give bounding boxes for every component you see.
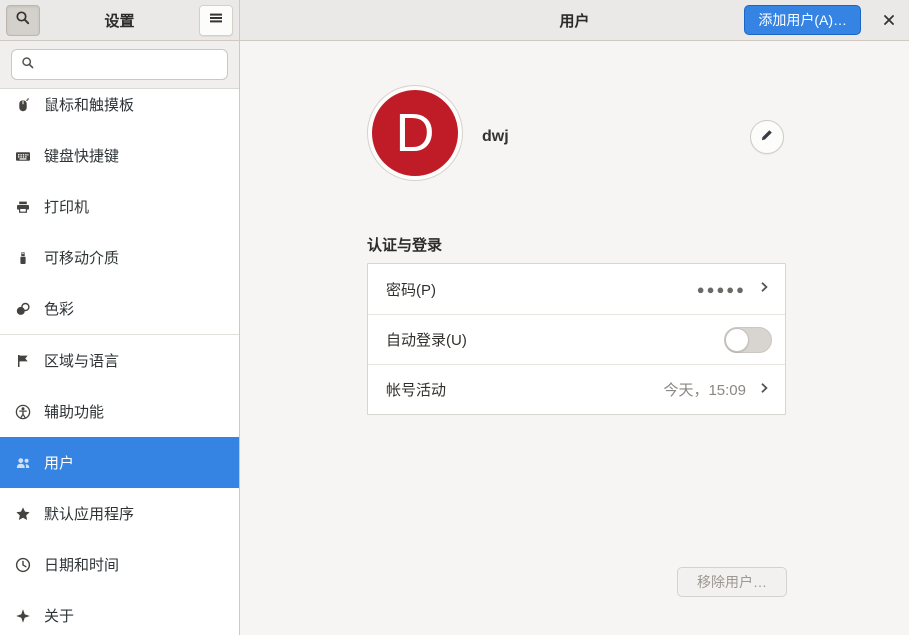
sidebar-headerbar: 设置 (0, 0, 239, 41)
sparkle-icon (15, 608, 31, 624)
password-label: 密码(P) (386, 279, 697, 300)
sidebar-item-label: 鼠标和触摸板 (44, 94, 134, 115)
sidebar-item-label: 关于 (44, 605, 74, 626)
sidebar-item-default-apps[interactable]: 默认应用程序 (0, 488, 239, 539)
main-panel: 用户 添加用户(A)… D dwj 认证与登录 密码(P) (240, 0, 909, 635)
sidebar-item-region-language[interactable]: 区域与语言 (0, 335, 239, 386)
color-icon (15, 301, 31, 317)
sidebar-item-label: 键盘快捷键 (44, 145, 119, 166)
auto-login-toggle[interactable] (724, 327, 772, 353)
users-content: D dwj 认证与登录 密码(P) ●●●●● (240, 41, 909, 635)
users-icon (15, 455, 31, 471)
printer-icon (15, 199, 31, 215)
sidebar-item-label: 日期和时间 (44, 554, 119, 575)
toggle-knob (725, 328, 749, 352)
sidebar-item-printers[interactable]: 打印机 (0, 181, 239, 232)
sidebar-item-date-time[interactable]: 日期和时间 (0, 539, 239, 590)
sidebar-item-accessibility[interactable]: 辅助功能 (0, 386, 239, 437)
sidebar-item-label: 可移动介质 (44, 247, 119, 268)
sidebar-item-removable-media[interactable]: 可移动介质 (0, 232, 239, 283)
search-input[interactable] (42, 57, 223, 73)
keyboard-icon (15, 148, 31, 164)
search-toggle-button[interactable] (6, 5, 40, 36)
password-dots: ●●●●● (697, 282, 746, 297)
sidebar-item-label: 打印机 (44, 196, 89, 217)
avatar[interactable]: D (368, 86, 462, 180)
sidebar-item-mouse[interactable]: 鼠标和触摸板 (0, 89, 239, 130)
sidebar-item-keyboard[interactable]: 键盘快捷键 (0, 130, 239, 181)
close-icon (883, 13, 895, 30)
clock-icon (15, 557, 31, 573)
account-activity-row[interactable]: 帐号活动 今天，15:09 (368, 364, 785, 414)
window-close-button[interactable] (880, 12, 898, 30)
edit-user-button[interactable] (750, 120, 784, 154)
auto-login-row: 自动登录(U) (368, 314, 785, 364)
search-icon (15, 10, 31, 30)
chevron-right-icon (756, 279, 772, 299)
sidebar-item-label: 用户 (44, 452, 74, 473)
account-activity-value: 今天，15:09 (663, 379, 746, 400)
settings-window: 设置 鼠标和触摸板 (0, 0, 909, 635)
mouse-icon (15, 97, 31, 113)
sidebar-item-label: 辅助功能 (44, 401, 104, 422)
auth-list: 密码(P) ●●●●● 自动登录(U) 帐号活动 (367, 263, 786, 415)
sidebar-list: 鼠标和触摸板 键盘快捷键 打印机 (0, 89, 239, 635)
star-icon (15, 506, 31, 522)
main-headerbar: 用户 添加用户(A)… (240, 0, 909, 41)
auto-login-label: 自动登录(U) (386, 329, 724, 350)
add-user-button[interactable]: 添加用户(A)… (744, 5, 861, 35)
sidebar: 设置 鼠标和触摸板 (0, 0, 240, 635)
chevron-right-icon (756, 380, 772, 400)
sidebar-item-users[interactable]: 用户 (0, 437, 239, 488)
panel-title: 用户 (559, 10, 589, 31)
pencil-icon (760, 128, 774, 146)
user-name: dwj (482, 128, 509, 146)
remove-user-button[interactable]: 移除用户… (677, 567, 787, 597)
menu-button[interactable] (199, 5, 233, 36)
sidebar-item-label: 默认应用程序 (44, 503, 134, 524)
sidebar-item-label: 区域与语言 (44, 350, 119, 371)
account-activity-label: 帐号活动 (386, 379, 663, 400)
usb-icon (15, 250, 31, 266)
search-bar (0, 41, 239, 89)
password-row[interactable]: 密码(P) ●●●●● (368, 264, 785, 314)
hamburger-icon (209, 11, 223, 29)
sidebar-item-about[interactable]: 关于 (0, 590, 239, 635)
search-entry[interactable] (11, 49, 228, 80)
sidebar-item-color[interactable]: 色彩 (0, 283, 239, 334)
auth-section-title: 认证与登录 (367, 234, 442, 255)
flag-icon (15, 353, 31, 369)
accessibility-icon (15, 404, 31, 420)
sidebar-item-label: 色彩 (44, 298, 74, 319)
search-icon (21, 56, 35, 74)
avatar-letter: D (396, 106, 435, 160)
